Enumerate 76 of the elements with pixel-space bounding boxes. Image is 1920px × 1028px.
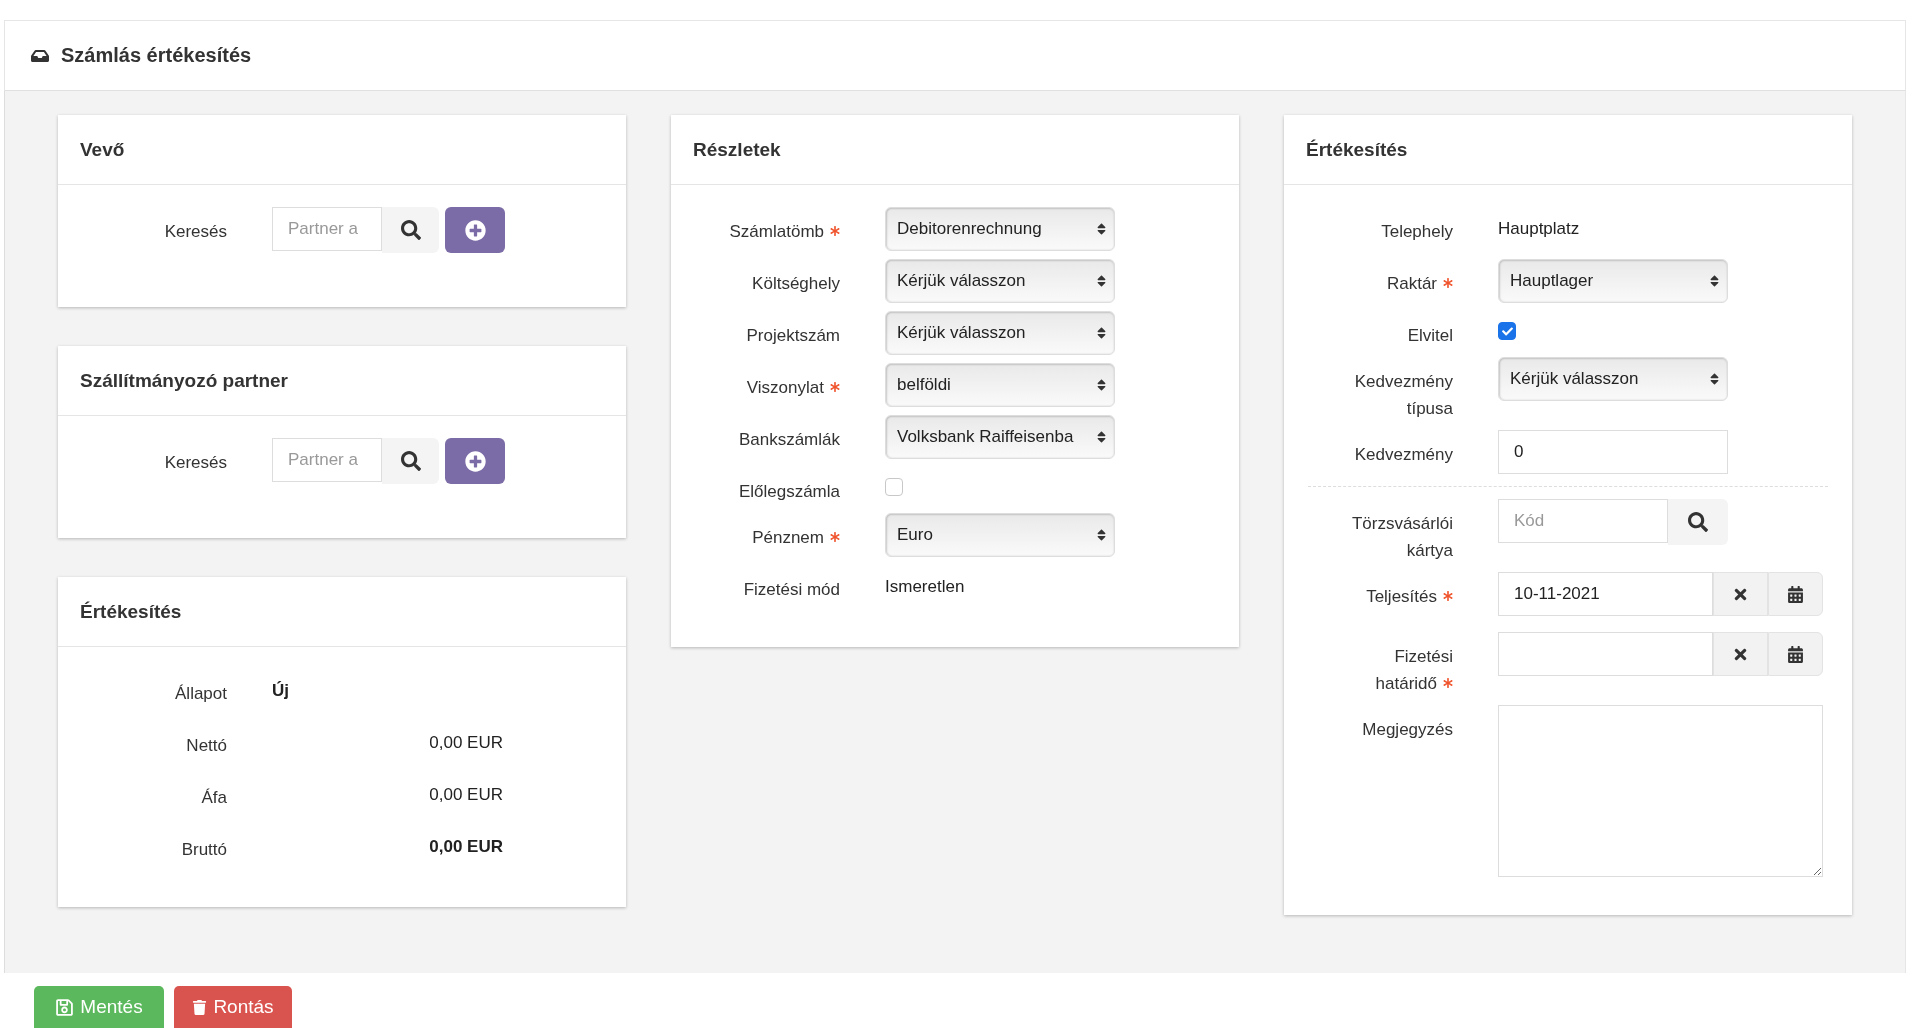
field-label: Számlatömb	[729, 222, 824, 241]
field-label: Fizetési mód	[743, 580, 840, 599]
field-label: Keresés	[164, 453, 227, 472]
field-label: Megjegyzés	[1362, 720, 1453, 739]
field-label: Fizetési határidő	[1375, 647, 1453, 693]
sort-arrows-icon	[1097, 326, 1106, 340]
checkmark-icon	[1501, 325, 1513, 337]
sort-arrows-icon	[1097, 378, 1106, 392]
field-label: Elvitel	[1407, 326, 1453, 345]
trash-icon	[192, 999, 208, 1015]
field-label: Pénznem	[752, 528, 824, 547]
sort-arrows-icon	[1097, 528, 1106, 542]
select-field[interactable]: belföldi	[885, 363, 1115, 407]
calendar-icon	[1787, 645, 1804, 663]
search-icon	[1688, 512, 1708, 532]
discount-field[interactable]: 0	[1498, 430, 1728, 474]
field-label: Viszonylat	[746, 378, 824, 397]
select-field[interactable]: Kérjük válasszon	[885, 259, 1115, 303]
card-title: Értékesítés	[1306, 138, 1408, 161]
checkbox[interactable]	[885, 478, 903, 496]
sort-arrows-icon	[1710, 274, 1719, 288]
select-field[interactable]: Kérjük válasszon	[1498, 357, 1728, 401]
field-label: Projektszám	[746, 326, 840, 345]
field-label: Telephely	[1381, 222, 1453, 241]
amount-value: 0,00 EUR	[428, 836, 503, 858]
search-icon	[400, 451, 421, 471]
date-field[interactable]: 10-11-2021	[1498, 572, 1713, 616]
checkbox[interactable]	[1498, 322, 1516, 340]
clear-button[interactable]	[1713, 632, 1768, 676]
select-field[interactable]: Debitorenrechnung	[885, 207, 1115, 251]
field-label: Állapot	[175, 684, 227, 703]
card-code-field[interactable]: Kód	[1498, 499, 1668, 543]
clear-button[interactable]	[1713, 572, 1768, 616]
search-icon	[400, 220, 421, 240]
partner-search-field[interactable]: Partner a	[272, 438, 382, 482]
field-label: Törzsvásárlói kártya	[1351, 514, 1453, 560]
add-partner-button[interactable]	[445, 207, 505, 253]
search-button[interactable]	[382, 207, 439, 253]
page-title: Számlás értékesítés	[61, 44, 252, 67]
calendar-icon	[1787, 585, 1804, 603]
card-title: Részletek	[693, 138, 781, 161]
field-label: Kedvezmény típusa	[1354, 372, 1453, 418]
select-field[interactable]: Volksbank Raiffeisenba	[885, 415, 1115, 459]
select-field[interactable]: Kérjük válasszon	[885, 311, 1115, 355]
status-value: Új	[272, 680, 289, 702]
select-field[interactable]: Euro	[885, 513, 1115, 557]
card-title: Szállítmányozó partner	[80, 369, 288, 392]
field-label: Teljesítés	[1366, 587, 1437, 606]
field-label: Áfa	[201, 788, 227, 807]
sort-arrows-icon	[1097, 274, 1106, 288]
field-label: Raktár	[1386, 274, 1437, 293]
field-label: Keresés	[164, 222, 227, 241]
date-field[interactable]	[1498, 632, 1713, 676]
field-value: Ismeretlen	[885, 576, 965, 598]
delete-button[interactable]: Rontás	[174, 986, 292, 1028]
add-partner-button[interactable]	[445, 438, 505, 484]
field-label: Előlegszámla	[738, 482, 840, 501]
field-label: Nettó	[186, 736, 227, 755]
amount-value: 0,00 EUR	[428, 732, 503, 754]
field-label: Kedvezmény	[1354, 445, 1453, 464]
card-title: Értékesítés	[80, 600, 182, 623]
search-button[interactable]	[1668, 499, 1728, 545]
field-label: Bruttó	[181, 840, 227, 859]
select-field[interactable]: Hauptlager	[1498, 259, 1728, 303]
partner-search-field[interactable]: Partner a	[272, 207, 382, 251]
calendar-button[interactable]	[1768, 632, 1823, 676]
sort-arrows-icon	[1097, 222, 1106, 236]
calendar-button[interactable]	[1768, 572, 1823, 616]
sort-arrows-icon	[1097, 430, 1106, 444]
field-label: Költséghely	[752, 274, 840, 293]
sort-arrows-icon	[1710, 372, 1719, 386]
field-value: Hauptplatz	[1498, 218, 1580, 240]
amount-value: 0,00 EUR	[428, 784, 503, 806]
card-title: Vevő	[80, 138, 125, 161]
search-button[interactable]	[382, 438, 439, 484]
field-label: Bankszámlák	[738, 430, 840, 449]
